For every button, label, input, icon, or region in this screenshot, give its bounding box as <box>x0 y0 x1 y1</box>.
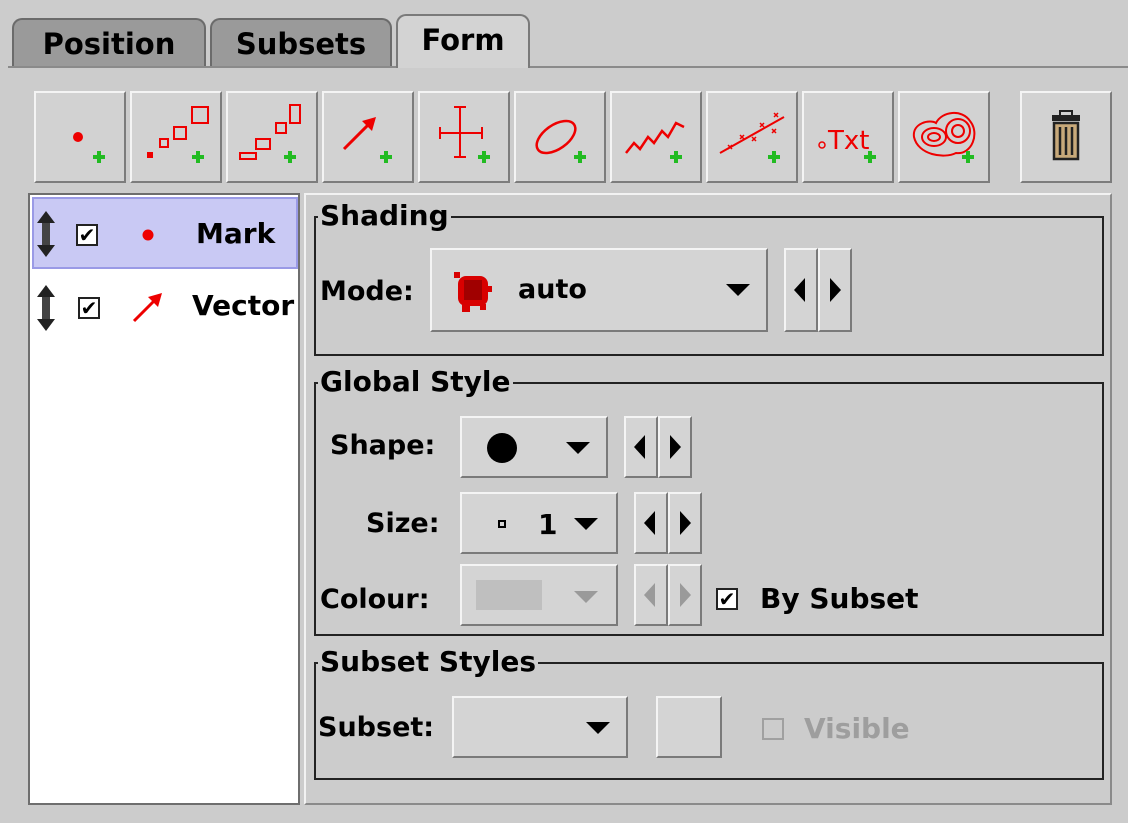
add-error-bars-button[interactable] <box>418 91 510 183</box>
drag-handle-icon[interactable] <box>34 209 58 259</box>
shading-mode-select[interactable]: auto <box>430 248 768 332</box>
chevron-down-icon <box>574 591 598 603</box>
add-linear-fit-icon <box>719 112 785 163</box>
mode-label: Mode: <box>320 276 414 307</box>
chevron-down-icon <box>566 442 590 454</box>
add-sizexy-icon <box>239 104 301 163</box>
arrow-left-icon <box>644 511 655 535</box>
subset-colour-button[interactable] <box>656 696 722 758</box>
svg-text:Txt: Txt <box>827 126 869 156</box>
mode-prev-button[interactable] <box>784 248 818 332</box>
layer-visible-checkbox[interactable]: ✔ <box>76 224 98 246</box>
add-mark-button[interactable] <box>34 91 126 183</box>
layer-label: Vector <box>192 289 295 322</box>
size-prev-button[interactable] <box>634 492 668 554</box>
chevron-down-icon <box>574 518 598 530</box>
layer-row-mark[interactable]: ✔ Mark <box>32 197 298 269</box>
add-size-icon <box>147 106 209 163</box>
mode-next-button[interactable] <box>818 248 852 332</box>
size-label: Size: <box>366 508 440 539</box>
vector-arrow-icon <box>132 293 162 323</box>
add-label-icon: Txt <box>818 126 876 163</box>
size-value: 1 <box>538 508 558 541</box>
by-subset-label: By Subset <box>760 582 919 615</box>
shape-prev-button[interactable] <box>624 416 658 478</box>
chevron-down-icon <box>726 284 750 296</box>
arrow-left-icon <box>644 583 655 607</box>
shape-next-button[interactable] <box>658 416 692 478</box>
group-title: Global Style <box>318 364 513 400</box>
subset-label: Subset: <box>318 712 435 743</box>
tab-position[interactable]: Position <box>12 18 206 66</box>
colour-select[interactable] <box>460 564 618 626</box>
group-title: Shading <box>318 198 451 234</box>
add-ellipse-icon <box>535 119 586 163</box>
layer-row-vector[interactable]: ✔ Vector <box>32 273 298 345</box>
chevron-down-icon <box>586 722 610 734</box>
tab-form[interactable]: Form <box>396 14 530 68</box>
visible-label: Visible <box>804 712 910 745</box>
size-select[interactable]: 1 <box>460 492 618 554</box>
shading-mode-value: auto <box>518 274 587 305</box>
arrow-right-icon <box>670 435 681 459</box>
add-error-bars-icon <box>439 106 490 163</box>
arrow-left-icon <box>634 435 645 459</box>
visible-checkbox[interactable] <box>762 718 784 740</box>
delete-layer-button[interactable] <box>1020 91 1112 183</box>
layer-list[interactable]: ✔ Mark ✔ Vector <box>28 193 300 805</box>
filled-circle-icon <box>487 433 517 463</box>
colour-prev-button[interactable] <box>634 564 668 626</box>
tab-subsets[interactable]: Subsets <box>210 18 392 66</box>
add-vector-icon <box>342 117 392 163</box>
shape-label: Shape: <box>330 430 436 461</box>
tab-divider <box>8 66 1128 68</box>
add-line-icon <box>625 121 685 163</box>
add-contour-icon <box>912 112 976 163</box>
add-vector-button[interactable] <box>322 91 414 183</box>
drag-handle-icon[interactable] <box>34 283 58 333</box>
add-contour-button[interactable] <box>898 91 990 183</box>
add-line-button[interactable] <box>610 91 702 183</box>
trash-icon <box>1052 110 1080 161</box>
size-dot-icon <box>498 520 506 528</box>
arrow-right-icon <box>680 583 691 607</box>
add-mark-icon <box>73 132 105 163</box>
layer-label: Mark <box>196 217 276 250</box>
arrow-left-icon <box>794 278 805 302</box>
add-sizexy-button[interactable] <box>226 91 318 183</box>
layer-visible-checkbox[interactable]: ✔ <box>78 297 100 319</box>
add-linear-fit-button[interactable] <box>706 91 798 183</box>
colour-next-button[interactable] <box>668 564 702 626</box>
size-next-button[interactable] <box>668 492 702 554</box>
colour-swatch <box>476 580 542 610</box>
arrow-right-icon <box>830 278 841 302</box>
add-size-button[interactable] <box>130 91 222 183</box>
auto-shading-icon <box>454 272 492 312</box>
shape-select[interactable] <box>460 416 608 478</box>
arrow-right-icon <box>680 511 691 535</box>
mark-dot-icon <box>142 229 154 241</box>
colour-label: Colour: <box>320 584 430 615</box>
add-ellipse-button[interactable] <box>514 91 606 183</box>
add-label-button[interactable]: Txt <box>802 91 894 183</box>
group-title: Subset Styles <box>318 644 538 680</box>
by-subset-checkbox[interactable]: ✔ <box>716 588 738 610</box>
subset-select[interactable] <box>452 696 628 758</box>
